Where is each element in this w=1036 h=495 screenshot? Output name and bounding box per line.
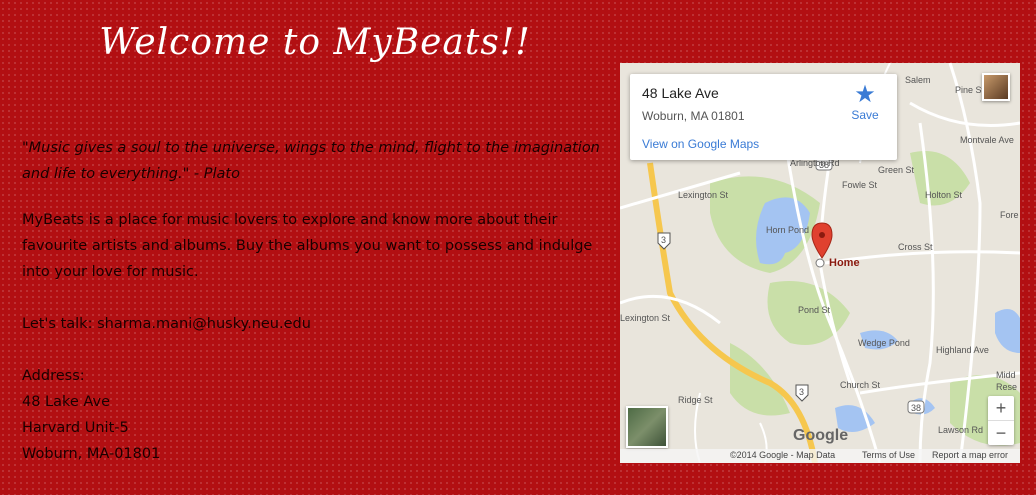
google-logo: Google — [793, 427, 849, 444]
plato-quote: "Music gives a soul to the universe, win… — [22, 140, 600, 182]
street-label: Ridge St — [678, 395, 713, 405]
address-line-3: Woburn, MA-01801 — [22, 446, 161, 462]
contact-line: Let's talk: sharma.mani@husky.neu.edu — [22, 316, 311, 332]
zoom-in-button[interactable]: + — [988, 396, 1014, 420]
save-button[interactable]: ★ Save — [845, 81, 885, 123]
address-line-2: Harvard Unit-5 — [22, 420, 129, 436]
embedded-map[interactable]: 38 38 3 3 Salem Pine St Montvale Ave Fow… — [620, 63, 1020, 463]
save-label: Save — [851, 108, 879, 122]
route-38-label: 38 — [911, 403, 921, 413]
street-label: Salem — [905, 75, 931, 85]
street-label: Fore — [1000, 210, 1019, 220]
map-pin-dot — [819, 232, 825, 238]
user-avatar[interactable] — [982, 73, 1010, 101]
star-icon: ★ — [854, 81, 876, 108]
terms-of-use-link[interactable]: Terms of Use — [862, 450, 915, 460]
street-label: Highland Ave — [936, 345, 989, 355]
address-line-1: 48 Lake Ave — [22, 394, 111, 410]
street-label: Cross St — [898, 242, 933, 252]
place-label: Wedge Pond — [858, 338, 910, 348]
street-label: Lexington St — [620, 313, 671, 323]
address-block: Address: 48 Lake Ave Harvard Unit-5 Wobu… — [22, 363, 612, 467]
street-label: Pond St — [798, 305, 831, 315]
route-3-label: 3 — [661, 235, 666, 245]
address-label: Address: — [22, 368, 85, 384]
satellite-toggle-button[interactable] — [626, 406, 668, 448]
street-label: Lexington St — [678, 190, 729, 200]
road — [818, 157, 852, 384]
place-label: Rese — [996, 382, 1017, 392]
street-label: Fowle St — [842, 180, 878, 190]
page-title: Welcome to MyBeats!! — [99, 22, 531, 63]
home-icon — [815, 258, 825, 268]
home-label: Home — [829, 257, 860, 269]
map-footer: ©2014 Google - Map Data Terms of Use Rep… — [620, 449, 1020, 463]
zoom-out-button[interactable]: − — [988, 421, 1014, 445]
map-pin-icon[interactable] — [811, 222, 833, 259]
place-address: Woburn, MA 01801 — [642, 109, 745, 123]
report-map-error-link[interactable]: Report a map error — [932, 450, 1008, 460]
street-label: Pine St — [955, 85, 985, 95]
street-label: Holton St — [925, 190, 963, 200]
place-card: 48 Lake Ave Woburn, MA 01801 View on Goo… — [630, 74, 897, 160]
place-label: Midd — [996, 370, 1016, 380]
route-3-label: 3 — [799, 387, 804, 397]
street-label: Montvale Ave — [960, 135, 1014, 145]
map-copyright: ©2014 Google - Map Data — [730, 450, 836, 460]
street-label: Green St — [878, 165, 915, 175]
place-label: Horn Pond — [766, 225, 809, 235]
intro-text: MyBeats is a place for music lovers to e… — [22, 212, 593, 280]
main-content: "Music gives a soul to the universe, win… — [22, 135, 612, 467]
view-on-google-maps-link[interactable]: View on Google Maps — [642, 137, 759, 151]
zoom-controls: + − — [988, 396, 1014, 445]
street-label: Lawson Rd — [938, 425, 983, 435]
pond-water — [995, 309, 1020, 353]
place-title: 48 Lake Ave — [642, 85, 719, 101]
street-label: Church St — [840, 380, 881, 390]
